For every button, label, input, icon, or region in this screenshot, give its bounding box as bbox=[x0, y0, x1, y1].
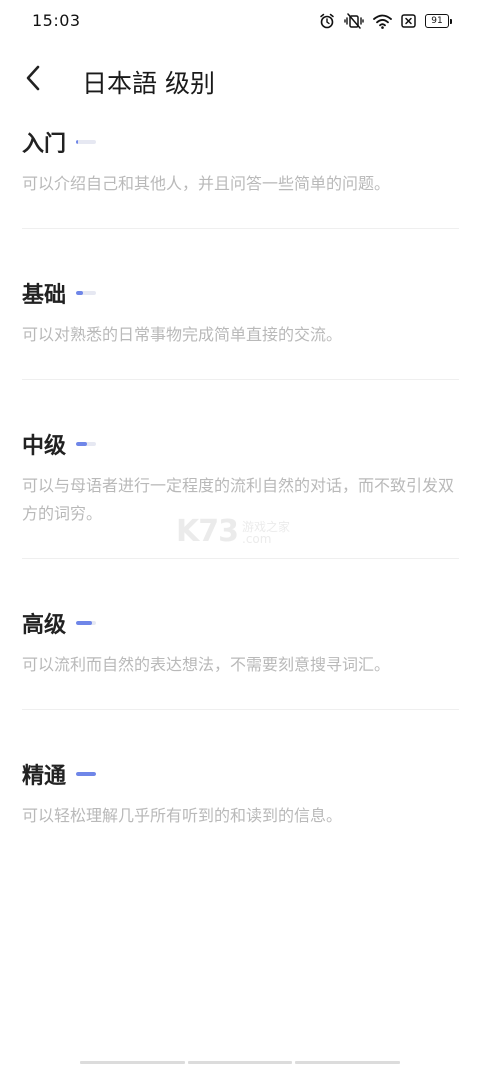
level-item-basic[interactable]: 基础 可以对熟悉的日常事物完成简单直接的交流。 bbox=[22, 273, 459, 380]
level-name: 入门 bbox=[22, 132, 67, 157]
level-progress-bar bbox=[76, 291, 97, 295]
level-item-beginner[interactable]: 入门 可以介绍自己和其他人，并且问答一些简单的问题。 bbox=[22, 122, 459, 229]
level-item-advanced[interactable]: 高级 可以流利而自然的表达想法，不需要刻意搜寻词汇。 bbox=[22, 603, 459, 710]
wifi-icon bbox=[373, 14, 392, 29]
level-name: 基础 bbox=[22, 283, 67, 308]
level-progress-bar bbox=[76, 442, 97, 446]
status-bar: 15:03 91 bbox=[0, 0, 480, 40]
level-description: 可以介绍自己和其他人，并且问答一些简单的问题。 bbox=[22, 174, 391, 193]
gesture-bar-segment bbox=[80, 1061, 185, 1064]
level-list: 入门 可以介绍自己和其他人，并且问答一些简单的问题。 基础 可以对熟悉的日常事物… bbox=[22, 122, 459, 830]
battery-tip bbox=[450, 18, 452, 24]
no-sim-icon bbox=[401, 14, 416, 28]
back-button[interactable] bbox=[14, 60, 54, 100]
level-progress-fill bbox=[76, 140, 79, 144]
divider bbox=[22, 379, 459, 380]
battery-level: 91 bbox=[425, 14, 449, 28]
level-name: 中级 bbox=[22, 434, 67, 459]
header: 日本語 级别 bbox=[0, 50, 480, 112]
page-title: 日本語 级别 bbox=[82, 69, 215, 98]
status-time: 15:03 bbox=[32, 11, 81, 30]
divider bbox=[22, 709, 459, 710]
level-description: 可以对熟悉的日常事物完成简单直接的交流。 bbox=[22, 325, 343, 344]
level-progress-bar bbox=[76, 140, 97, 144]
level-progress-bar bbox=[76, 772, 97, 776]
divider bbox=[22, 228, 459, 229]
alarm-icon bbox=[319, 13, 335, 29]
level-progress-bar bbox=[76, 621, 97, 625]
battery-icon: 91 bbox=[425, 14, 452, 28]
level-progress-fill bbox=[76, 621, 93, 625]
gesture-bar[interactable] bbox=[80, 1061, 401, 1064]
chevron-left-icon bbox=[23, 64, 45, 96]
level-description: 可以轻松理解几乎所有听到的和读到的信息。 bbox=[22, 806, 343, 825]
level-progress-fill bbox=[76, 442, 88, 446]
level-name: 高级 bbox=[22, 613, 67, 638]
watermark-k73: K73 bbox=[176, 514, 239, 549]
watermark-domain: .com bbox=[242, 532, 272, 546]
level-progress-fill bbox=[76, 291, 84, 295]
level-progress-fill bbox=[76, 772, 97, 776]
level-item-proficient[interactable]: 精通 可以轻松理解几乎所有听到的和读到的信息。 bbox=[22, 754, 459, 830]
level-name: 精通 bbox=[22, 764, 67, 789]
gesture-bar-segment bbox=[187, 1061, 293, 1064]
vibrate-mute-icon bbox=[344, 13, 364, 29]
gesture-bar-segment bbox=[295, 1061, 401, 1064]
level-description: 可以流利而自然的表达想法，不需要刻意搜寻词汇。 bbox=[22, 655, 391, 674]
status-icons: 91 bbox=[319, 11, 452, 31]
watermark-logo: K73 游戏之家 .com bbox=[176, 514, 306, 550]
divider bbox=[22, 558, 459, 559]
